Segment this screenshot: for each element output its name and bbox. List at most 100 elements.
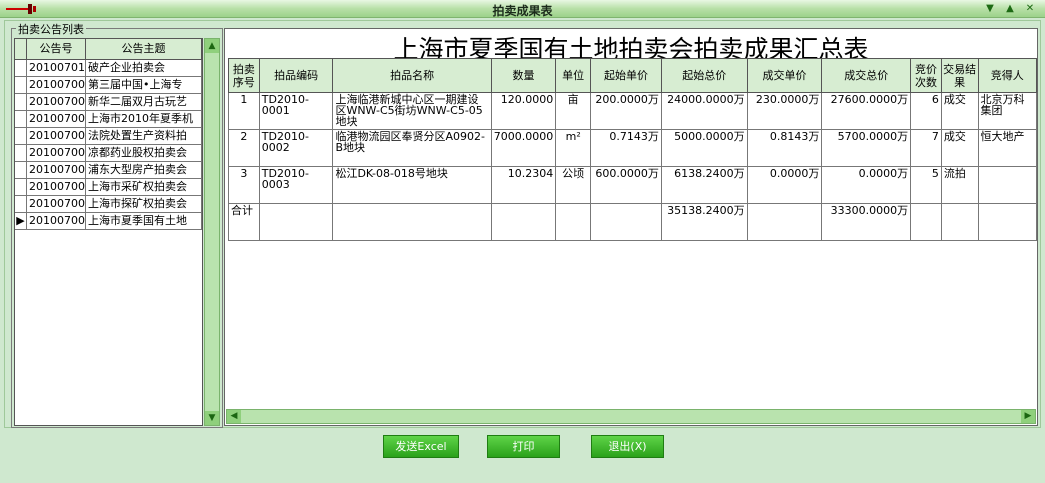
cell-result[interactable]: 成交 — [940, 92, 979, 130]
header-code[interactable]: 拍品编码 — [258, 58, 334, 93]
header-bids[interactable]: 竞价次数 — [910, 58, 942, 93]
scroll-down-arrow-icon[interactable]: ▼ — [205, 411, 219, 425]
header-start-price[interactable]: 起始单价 — [590, 58, 662, 93]
result-table[interactable]: 拍卖序号 拍品编码 拍品名称 数量 单位 起始单价 起始总价 成交单价 成交总价… — [228, 58, 1037, 241]
column-header-no[interactable]: 公告号 — [27, 39, 86, 59]
announcement-row[interactable]: 201007007 上海市2010年夏季机 — [15, 111, 202, 128]
cell-deal-price[interactable]: 0.0000万 — [746, 166, 823, 204]
announcement-row[interactable]: 201007009 第三届中国•上海专 — [15, 77, 202, 94]
minimize-button[interactable]: ▼ — [983, 2, 997, 16]
announcement-no: 201007009 — [29, 77, 86, 93]
header-qty[interactable]: 数量 — [490, 58, 557, 93]
cell-winner[interactable]: 北京万科集团 — [977, 92, 1037, 130]
header-seq[interactable]: 拍卖序号 — [228, 58, 260, 93]
announcement-row[interactable]: 201007008 新华二届双月古玩艺 — [15, 94, 202, 111]
summary-empty-cell — [977, 203, 1037, 241]
scroll-up-arrow-icon[interactable]: ▲ — [205, 39, 219, 53]
result-table-header: 拍卖序号 拍品编码 拍品名称 数量 单位 起始单价 起始总价 成交单价 成交总价… — [228, 58, 1037, 93]
scroll-right-arrow-icon[interactable]: ▶ — [1021, 410, 1035, 423]
cell-start-price[interactable]: 0.7143万 — [590, 129, 662, 167]
header-unit[interactable]: 单位 — [555, 58, 592, 93]
announcement-vertical-scrollbar[interactable]: ▲ ▼ — [204, 38, 220, 426]
announcement-no: 201007007 — [29, 111, 86, 127]
exit-button[interactable]: 退出(X) — [591, 435, 664, 458]
announcement-no: 201007008 — [29, 94, 86, 110]
cell-qty[interactable]: 10.2304 — [490, 166, 557, 204]
current-row-indicator-icon: ▶ — [15, 213, 27, 229]
summary-empty-cell — [258, 203, 334, 241]
cell-name[interactable]: 临港物流园区奉贤分区A0902-B地块 — [332, 129, 492, 167]
cell-start-total[interactable]: 24000.0000万 — [660, 92, 748, 130]
announcement-topic: 浦东大型房产拍卖会 — [86, 162, 202, 178]
summary-start-total: 35138.2400万 — [660, 203, 748, 241]
announcement-row[interactable]: 201007010 破产企业拍卖会 — [15, 60, 202, 77]
cell-code[interactable]: TD2010-0002 — [258, 129, 334, 167]
header-start-total[interactable]: 起始总价 — [660, 58, 748, 93]
cell-winner[interactable]: 恒大地产 — [977, 129, 1037, 167]
cell-start-price[interactable]: 200.0000万 — [590, 92, 662, 130]
header-winner[interactable]: 竞得人 — [977, 58, 1037, 93]
cell-start-total[interactable]: 6138.2400万 — [660, 166, 748, 204]
announcement-row[interactable]: 201007003 上海市采矿权拍卖会 — [15, 179, 202, 196]
summary-empty-cell — [332, 203, 492, 241]
cell-bids[interactable]: 5 — [910, 166, 942, 204]
cell-bids[interactable]: 7 — [910, 129, 942, 167]
announcement-row[interactable]: 201007006 法院处置生产资料拍 — [15, 128, 202, 145]
cell-winner[interactable] — [977, 166, 1037, 204]
cell-seq[interactable]: 1 — [228, 92, 260, 130]
row-indicator — [15, 162, 27, 178]
cell-name[interactable]: 松江DK-08-018号地块 — [332, 166, 492, 204]
result-row[interactable]: 2 TD2010-0002 临港物流园区奉贤分区A0902-B地块 7000.0000… — [228, 129, 1037, 167]
cell-unit[interactable]: 亩 — [555, 92, 592, 130]
cell-deal-total[interactable]: 0.0000万 — [821, 166, 912, 204]
cell-start-price[interactable]: 600.0000万 — [590, 166, 662, 204]
header-result[interactable]: 交易结果 — [940, 58, 979, 93]
cell-result[interactable]: 流拍 — [940, 166, 979, 204]
announcement-no: 201007003 — [29, 179, 86, 195]
announcement-row[interactable]: ▶ 201007001 上海市夏季国有土地 — [15, 213, 202, 230]
cell-unit[interactable]: 公顷 — [555, 166, 592, 204]
cell-deal-total[interactable]: 5700.0000万 — [821, 129, 912, 167]
header-name[interactable]: 拍品名称 — [332, 58, 492, 93]
announcement-row[interactable]: 201007004 浦东大型房产拍卖会 — [15, 162, 202, 179]
result-report-area: 上海市夏季国有土地拍卖会拍卖成果汇总表 拍卖序号 拍品编码 拍品名称 数量 单位… — [224, 28, 1038, 426]
announcement-list-group: 拍卖公告列表 公告号 公告主题 201007010 破产企业拍卖会 20100700… — [11, 21, 223, 428]
close-button[interactable]: ✕ — [1023, 2, 1037, 16]
maximize-button[interactable]: ▲ — [1003, 2, 1017, 16]
cell-bids[interactable]: 6 — [910, 92, 942, 130]
cell-name[interactable]: 上海临港新城中心区一期建设区WNW-C5街坊WNW-C5-05地块 — [332, 92, 492, 130]
result-horizontal-scrollbar[interactable]: ◀ ▶ — [226, 409, 1036, 424]
result-row[interactable]: 3 TD2010-0003 松江DK-08-018号地块 10.2304 公顷 600.0… — [228, 166, 1037, 204]
summary-empty-cell — [555, 203, 592, 241]
announcement-row[interactable]: 201007002 上海市探矿权拍卖会 — [15, 196, 202, 213]
announcement-topic: 第三届中国•上海专 — [86, 77, 202, 93]
header-deal-price[interactable]: 成交单价 — [746, 58, 823, 93]
summary-empty-cell — [590, 203, 662, 241]
row-indicator — [15, 128, 27, 144]
announcement-grid[interactable]: 公告号 公告主题 201007010 破产企业拍卖会 201007009 第三届中国•… — [14, 38, 203, 426]
row-indicator-header — [15, 39, 27, 59]
cell-deal-price[interactable]: 0.8143万 — [746, 129, 823, 167]
cell-qty[interactable]: 120.0000 — [490, 92, 557, 130]
cell-deal-total[interactable]: 27600.0000万 — [821, 92, 912, 130]
cell-code[interactable]: TD2010-0001 — [258, 92, 334, 130]
cell-code[interactable]: TD2010-0003 — [258, 166, 334, 204]
send-excel-button[interactable]: 发送Excel — [383, 435, 459, 458]
summary-empty-cell — [490, 203, 557, 241]
column-header-topic[interactable]: 公告主题 — [86, 39, 202, 59]
print-button[interactable]: 打印 — [487, 435, 560, 458]
scroll-left-arrow-icon[interactable]: ◀ — [227, 410, 241, 423]
announcement-row[interactable]: 201007005 凉都药业股权拍卖会 — [15, 145, 202, 162]
cell-seq[interactable]: 3 — [228, 166, 260, 204]
announcement-grid-header: 公告号 公告主题 — [15, 39, 202, 60]
cell-qty[interactable]: 7000.0000 — [490, 129, 557, 167]
announcement-topic: 上海市探矿权拍卖会 — [86, 196, 202, 212]
cell-unit[interactable]: m² — [555, 129, 592, 167]
cell-result[interactable]: 成交 — [940, 129, 979, 167]
result-row[interactable]: 1 TD2010-0001 上海临港新城中心区一期建设区WNW-C5街坊WNW-C5… — [228, 92, 1037, 130]
header-deal-total[interactable]: 成交总价 — [821, 58, 912, 93]
announcement-list-title: 拍卖公告列表 — [16, 21, 86, 37]
cell-start-total[interactable]: 5000.0000万 — [660, 129, 748, 167]
cell-deal-price[interactable]: 230.0000万 — [746, 92, 823, 130]
cell-seq[interactable]: 2 — [228, 129, 260, 167]
